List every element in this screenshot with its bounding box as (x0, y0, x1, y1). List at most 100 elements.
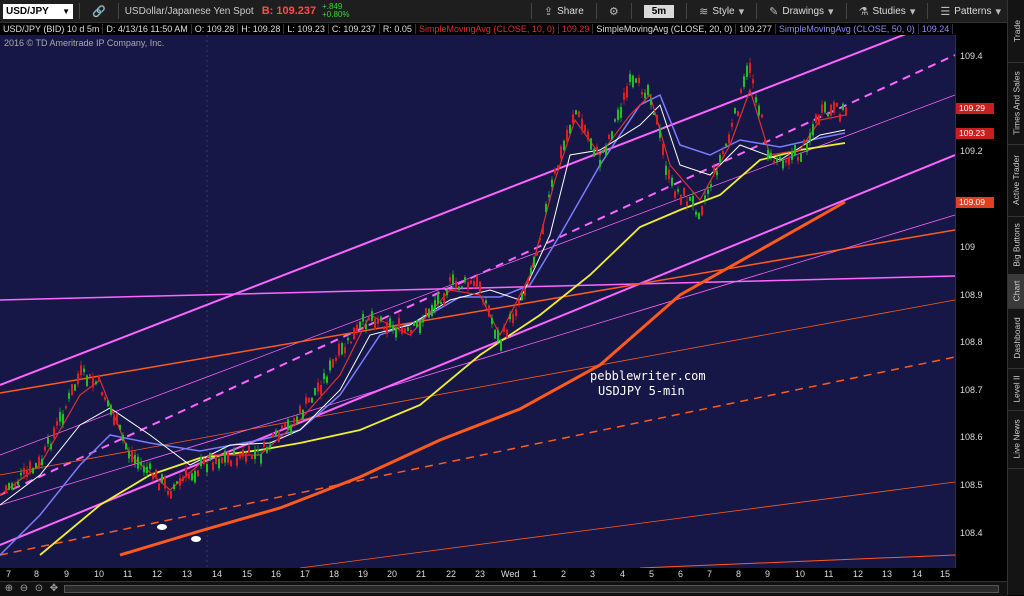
candle-body (86, 375, 88, 387)
candle-body (503, 326, 505, 332)
candle-body (335, 357, 337, 361)
time-label: 21 (416, 569, 427, 579)
candle-body (482, 299, 484, 303)
time-label: 20 (387, 569, 398, 579)
share-button[interactable]: ⇪ Share (538, 5, 590, 18)
channel-upper-line (0, 35, 907, 386)
sma20-label[interactable]: SimpleMovingAvg (CLOSE, 20, 0) (593, 24, 737, 34)
drawings-button[interactable]: ✎ Drawings ▾ (763, 5, 839, 18)
zoom-in-icon[interactable]: ⊕ (3, 583, 15, 595)
candle-body (137, 456, 139, 469)
candle-body (299, 406, 301, 413)
time-label: 4 (620, 569, 626, 579)
candle-body (419, 321, 421, 334)
candle-body (320, 385, 322, 396)
chevron-down-icon: ▾ (909, 5, 916, 18)
candle-body (257, 449, 259, 452)
divider (530, 3, 532, 19)
chevron-down-icon: ▾ (738, 5, 745, 18)
zoom-fit-icon[interactable]: ⊙ (33, 583, 45, 595)
link-icon[interactable]: 🔗 (86, 5, 112, 18)
candle-body (467, 282, 469, 290)
candle-body (437, 293, 439, 304)
candle-body (125, 442, 127, 450)
sma20-value: 109.277 (736, 24, 776, 34)
candle-body (407, 327, 409, 331)
candle-body (800, 152, 802, 162)
candle-body (818, 114, 820, 125)
candle-body (317, 382, 319, 392)
last-price-tag: 109.23 (956, 128, 994, 139)
candle-body (695, 211, 697, 215)
candle-body (29, 461, 31, 474)
studies-button[interactable]: ⚗ Studies ▾ (853, 5, 922, 18)
candle-body (644, 92, 646, 99)
candle-body (566, 129, 568, 142)
zoom-out-icon[interactable]: ⊖ (18, 583, 30, 595)
candle-body (740, 89, 742, 94)
instrument-label: USD/JPY (BID) 10 d 5m (0, 24, 104, 34)
time-label: 16 (271, 569, 282, 579)
chevron-down-icon: ▼ (62, 6, 70, 16)
candle-body (338, 343, 340, 356)
time-axis[interactable]: 7 8 9 10 11 12 13 14 15 16 17 18 19 20 21 22 23 Wed 1 2 3 4 5 6… (0, 568, 955, 581)
candle-body (491, 318, 493, 325)
date-label: D: 4/13/16 11:50 AM (103, 24, 192, 34)
candle-body (527, 279, 529, 284)
candle-body (725, 143, 727, 146)
candle-body (191, 473, 193, 481)
price-change: +.849 +0.80% (322, 3, 349, 19)
tab-active-trader[interactable]: Active Trader (1008, 144, 1024, 217)
candle-body (272, 432, 274, 438)
candle-body (770, 152, 772, 157)
tab-label: Big Buttons (1011, 223, 1022, 267)
tab-trade[interactable]: Trade (1008, 0, 1024, 63)
candle-body (53, 427, 55, 438)
flask-icon: ⚗ (858, 5, 869, 18)
candle-body (47, 437, 49, 444)
orange-ma-price-tag: 109.09 (956, 197, 994, 208)
candle-body (167, 490, 169, 495)
chart-canvas[interactable] (0, 35, 955, 568)
price-axis[interactable]: 109.4 109.2 109 108.9 108.8 108.7 108.6 … (955, 35, 1008, 568)
drawings-label: Drawings (782, 5, 825, 17)
candle-body (557, 165, 559, 169)
candle-body (206, 464, 208, 473)
style-button[interactable]: ≋ Style ▾ (693, 5, 750, 18)
candle-body (611, 131, 613, 140)
candle-body (356, 324, 358, 333)
patterns-button[interactable]: ☰ Patterns ▾ (934, 5, 1007, 18)
orange-trend-line (0, 229, 955, 394)
tab-live-news[interactable]: Live News (1008, 410, 1024, 469)
candle-body (497, 330, 499, 342)
candle-body (359, 321, 361, 329)
candle-body (512, 313, 514, 324)
tab-times-and-sales[interactable]: Times And Sales (1008, 62, 1024, 145)
symbol-selector[interactable]: USD/JPY ▼ (3, 3, 73, 19)
tab-dashboard[interactable]: Dashboard (1008, 308, 1024, 369)
candle-body (323, 373, 325, 380)
sma10-label[interactable]: SimpleMovingAvg (CLOSE, 10, 0) (416, 24, 559, 34)
candle-body (416, 320, 418, 328)
candle-body (455, 280, 457, 289)
candle-body (812, 124, 814, 136)
candle-body (746, 65, 748, 78)
divider (595, 3, 597, 19)
tab-level-ii[interactable]: Level II (1008, 368, 1024, 411)
settings-button[interactable]: ⚙ (603, 5, 625, 18)
pan-icon[interactable]: ✥ (48, 583, 60, 595)
price-chart[interactable]: 2016 © TD Ameritrade IP Company, Inc. pe… (0, 35, 955, 568)
sma50-label[interactable]: SimpleMovingAvg (CLOSE, 50, 0) (776, 24, 919, 34)
candle-body (803, 139, 805, 144)
scrollbar-track[interactable] (64, 585, 999, 593)
tab-big-buttons[interactable]: Big Buttons (1008, 216, 1024, 275)
candle-body (344, 347, 346, 354)
candle-body (731, 122, 733, 127)
chart-scrollbar[interactable]: ⊕ ⊖ ⊙ ✥ (0, 581, 1007, 596)
tab-chart[interactable]: Chart (1008, 274, 1024, 309)
candle-body (119, 424, 121, 430)
candle-body (44, 446, 46, 451)
timeframe-button[interactable]: 5m (643, 4, 675, 18)
candle-body (671, 177, 673, 186)
candle-body (629, 74, 631, 82)
